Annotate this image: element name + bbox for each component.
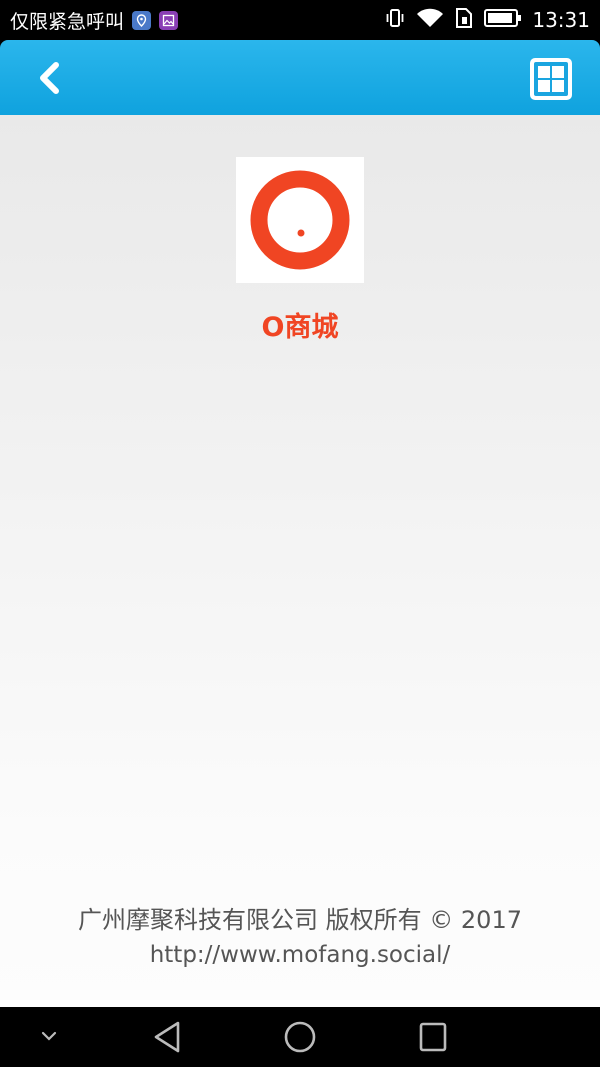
grid-menu-button[interactable] — [528, 56, 574, 102]
nav-recents-button[interactable] — [416, 1019, 450, 1059]
square-recents-icon — [419, 1022, 447, 1052]
chevron-down-icon — [41, 1031, 57, 1041]
app-name[interactable]: O商城 — [200, 305, 400, 344]
content-area: O商城 广州摩聚科技有限公司 版权所有 © 2017 http://www.mo… — [0, 115, 600, 1007]
nav-collapse-button[interactable] — [38, 1025, 60, 1051]
nav-home-button[interactable] — [282, 1019, 318, 1059]
wifi-icon — [416, 7, 444, 33]
status-left: 仅限紧急呼叫 — [10, 7, 179, 34]
status-bar: 仅限紧急呼叫 13:31 — [0, 0, 600, 40]
vibrate-icon — [384, 7, 406, 33]
o-mall-logo-icon — [250, 170, 350, 270]
footer-copyright: 广州摩聚科技有限公司 版权所有 © 2017 — [78, 906, 522, 934]
circle-home-icon — [284, 1021, 316, 1053]
back-button[interactable] — [24, 54, 74, 102]
navigation-bar — [0, 1007, 600, 1067]
footer-url[interactable]: http://www.mofang.social/ — [0, 942, 600, 968]
grid-menu-icon — [530, 58, 572, 100]
gallery-app-icon — [159, 10, 179, 30]
nav-back-button[interactable] — [150, 1019, 184, 1059]
location-app-icon — [132, 10, 152, 30]
app-tile-o-mall[interactable] — [236, 157, 364, 283]
sim-card-icon — [454, 7, 474, 33]
screen: 仅限紧急呼叫 13:31 O商城 广州摩聚科技有限公司 版权所有 © 2017 … — [0, 0, 600, 1067]
chevron-left-icon — [40, 62, 59, 94]
clock: 13:31 — [532, 8, 590, 32]
triangle-back-icon — [154, 1021, 180, 1053]
title-bar — [0, 40, 600, 115]
status-right: 13:31 — [384, 7, 590, 33]
battery-icon — [484, 8, 522, 32]
carrier-text: 仅限紧急呼叫 — [10, 10, 125, 33]
